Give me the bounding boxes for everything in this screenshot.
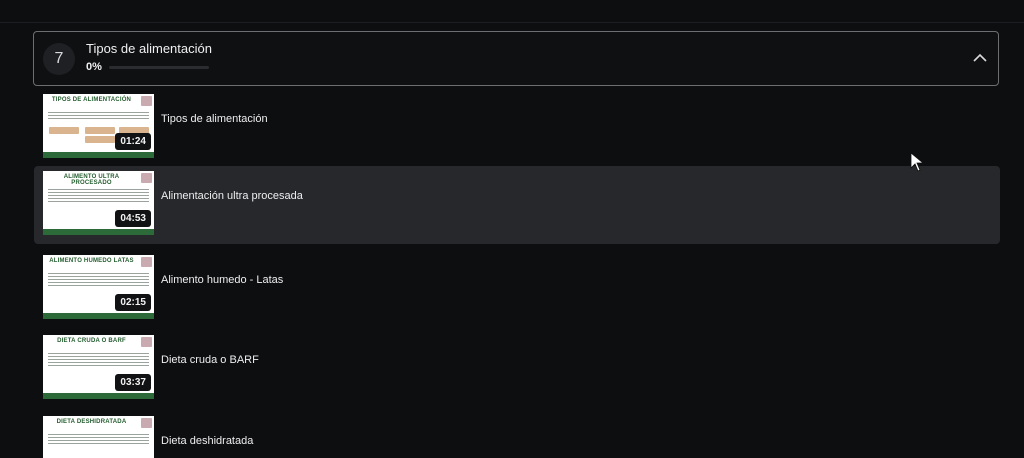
slide-text-lines: [48, 434, 149, 446]
lesson-title: Dieta deshidratada: [161, 435, 254, 447]
slide-footer: [43, 229, 154, 231]
slide-footer: [43, 152, 154, 154]
lesson-item[interactable]: ALIMENTO HUMEDO LATAS 02:15 Alimento hum…: [34, 250, 1000, 328]
module-number-badge: 7: [43, 43, 75, 75]
module-header[interactable]: 7 Tipos de alimentación 0%: [33, 31, 999, 86]
module-progress-bar: [109, 66, 209, 69]
presenter-avatar: [141, 257, 152, 267]
presenter-avatar: [141, 173, 152, 183]
lesson-item[interactable]: TIPOS DE ALIMENTACIÓN 01:24 Tipos de ali…: [34, 89, 1000, 167]
lesson-duration: 03:37: [115, 374, 151, 391]
lesson-duration: 04:53: [115, 210, 151, 227]
chevron-up-icon[interactable]: [972, 50, 988, 66]
lesson-title: Tipos de alimentación: [161, 113, 268, 125]
presenter-avatar: [141, 337, 152, 347]
lesson-title: Alimentación ultra procesada: [161, 190, 303, 202]
thumbnail-slide-title: ALIMENTO HUMEDO LATAS: [49, 258, 134, 264]
presenter-avatar: [141, 96, 152, 106]
slide-footer: [43, 313, 154, 315]
module-title: Tipos de alimentación: [86, 41, 212, 56]
lesson-thumbnail: TIPOS DE ALIMENTACIÓN 01:24: [43, 94, 154, 158]
slide-text-lines: [48, 189, 149, 204]
thumbnail-slide-title: DIETA CRUDA O BARF: [57, 338, 126, 344]
slide-text-lines: [48, 353, 149, 368]
lesson-item-active[interactable]: ALIMENTO ULTRA PROCESADO 04:53 Alimentac…: [34, 166, 1000, 244]
lesson-thumbnail: ALIMENTO ULTRA PROCESADO 04:53: [43, 171, 154, 235]
lesson-thumbnail: DIETA CRUDA O BARF 03:37: [43, 335, 154, 399]
lesson-item[interactable]: DIETA DESHIDRATADA Dieta deshidratada: [34, 411, 1000, 458]
presenter-avatar: [141, 418, 152, 428]
lesson-thumbnail: ALIMENTO HUMEDO LATAS 02:15: [43, 255, 154, 319]
lesson-item[interactable]: DIETA CRUDA O BARF 03:37 Dieta cruda o B…: [34, 330, 1000, 408]
mouse-cursor-icon: [910, 152, 924, 172]
slide-footer: [43, 393, 154, 395]
lesson-title: Alimento humedo - Latas: [161, 274, 284, 286]
lesson-title: Dieta cruda o BARF: [161, 354, 259, 366]
thumbnail-slide-title: TIPOS DE ALIMENTACIÓN: [51, 97, 132, 103]
lesson-thumbnail: DIETA DESHIDRATADA: [43, 416, 154, 458]
top-divider: [0, 22, 1024, 23]
thumbnail-slide-title: ALIMENTO ULTRA PROCESADO: [63, 174, 120, 186]
lesson-duration: 02:15: [115, 294, 151, 311]
module-progress-text: 0%: [86, 61, 102, 73]
lesson-duration: 01:24: [115, 133, 151, 150]
thumbnail-slide-title: DIETA DESHIDRATADA: [56, 419, 127, 425]
slide-text-lines: [48, 273, 149, 288]
slide-text-lines: [48, 112, 149, 121]
